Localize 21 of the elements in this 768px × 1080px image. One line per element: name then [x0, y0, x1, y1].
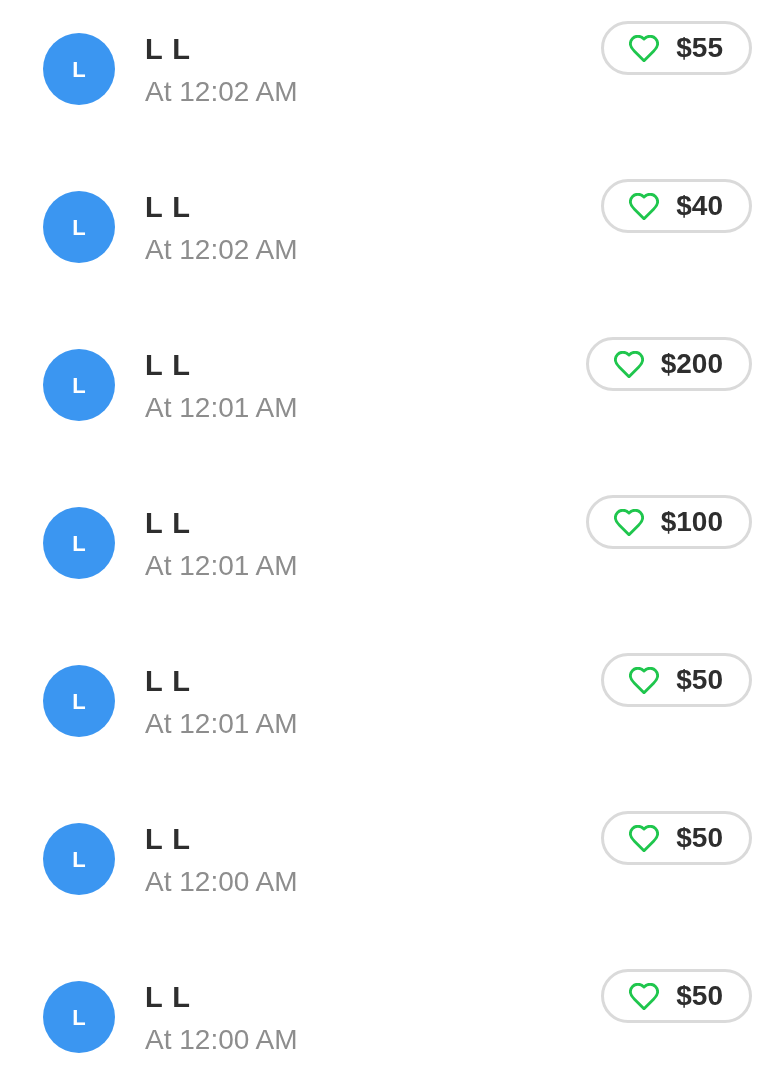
payment-time: At 12:00 AM	[145, 865, 298, 899]
sender-name: L L	[145, 822, 192, 856]
amount-button[interactable]: $40	[601, 179, 752, 233]
sender-name: L L	[145, 32, 192, 66]
amount-button[interactable]: $100	[585, 495, 752, 549]
amount-button[interactable]: $50	[601, 653, 752, 707]
sender-name: L L	[145, 506, 192, 540]
sender-name: L L	[145, 980, 192, 1014]
payment-time: At 12:02 AM	[145, 75, 298, 109]
amount-button[interactable]: $50	[601, 969, 752, 1023]
payment-time: At 12:02 AM	[145, 233, 298, 267]
sender-name: L L	[145, 664, 192, 698]
payment-time: At 12:00 AM	[145, 1023, 298, 1057]
amount-button[interactable]: $200	[585, 337, 752, 391]
payment-time: At 12:01 AM	[145, 707, 298, 741]
sender-name: L L	[145, 190, 192, 224]
payment-time: At 12:01 AM	[145, 391, 298, 425]
payment-time: At 12:01 AM	[145, 549, 298, 583]
sender-name: L L	[145, 348, 192, 382]
amount-button[interactable]: $55	[601, 21, 752, 75]
amount-button[interactable]: $50	[601, 811, 752, 865]
